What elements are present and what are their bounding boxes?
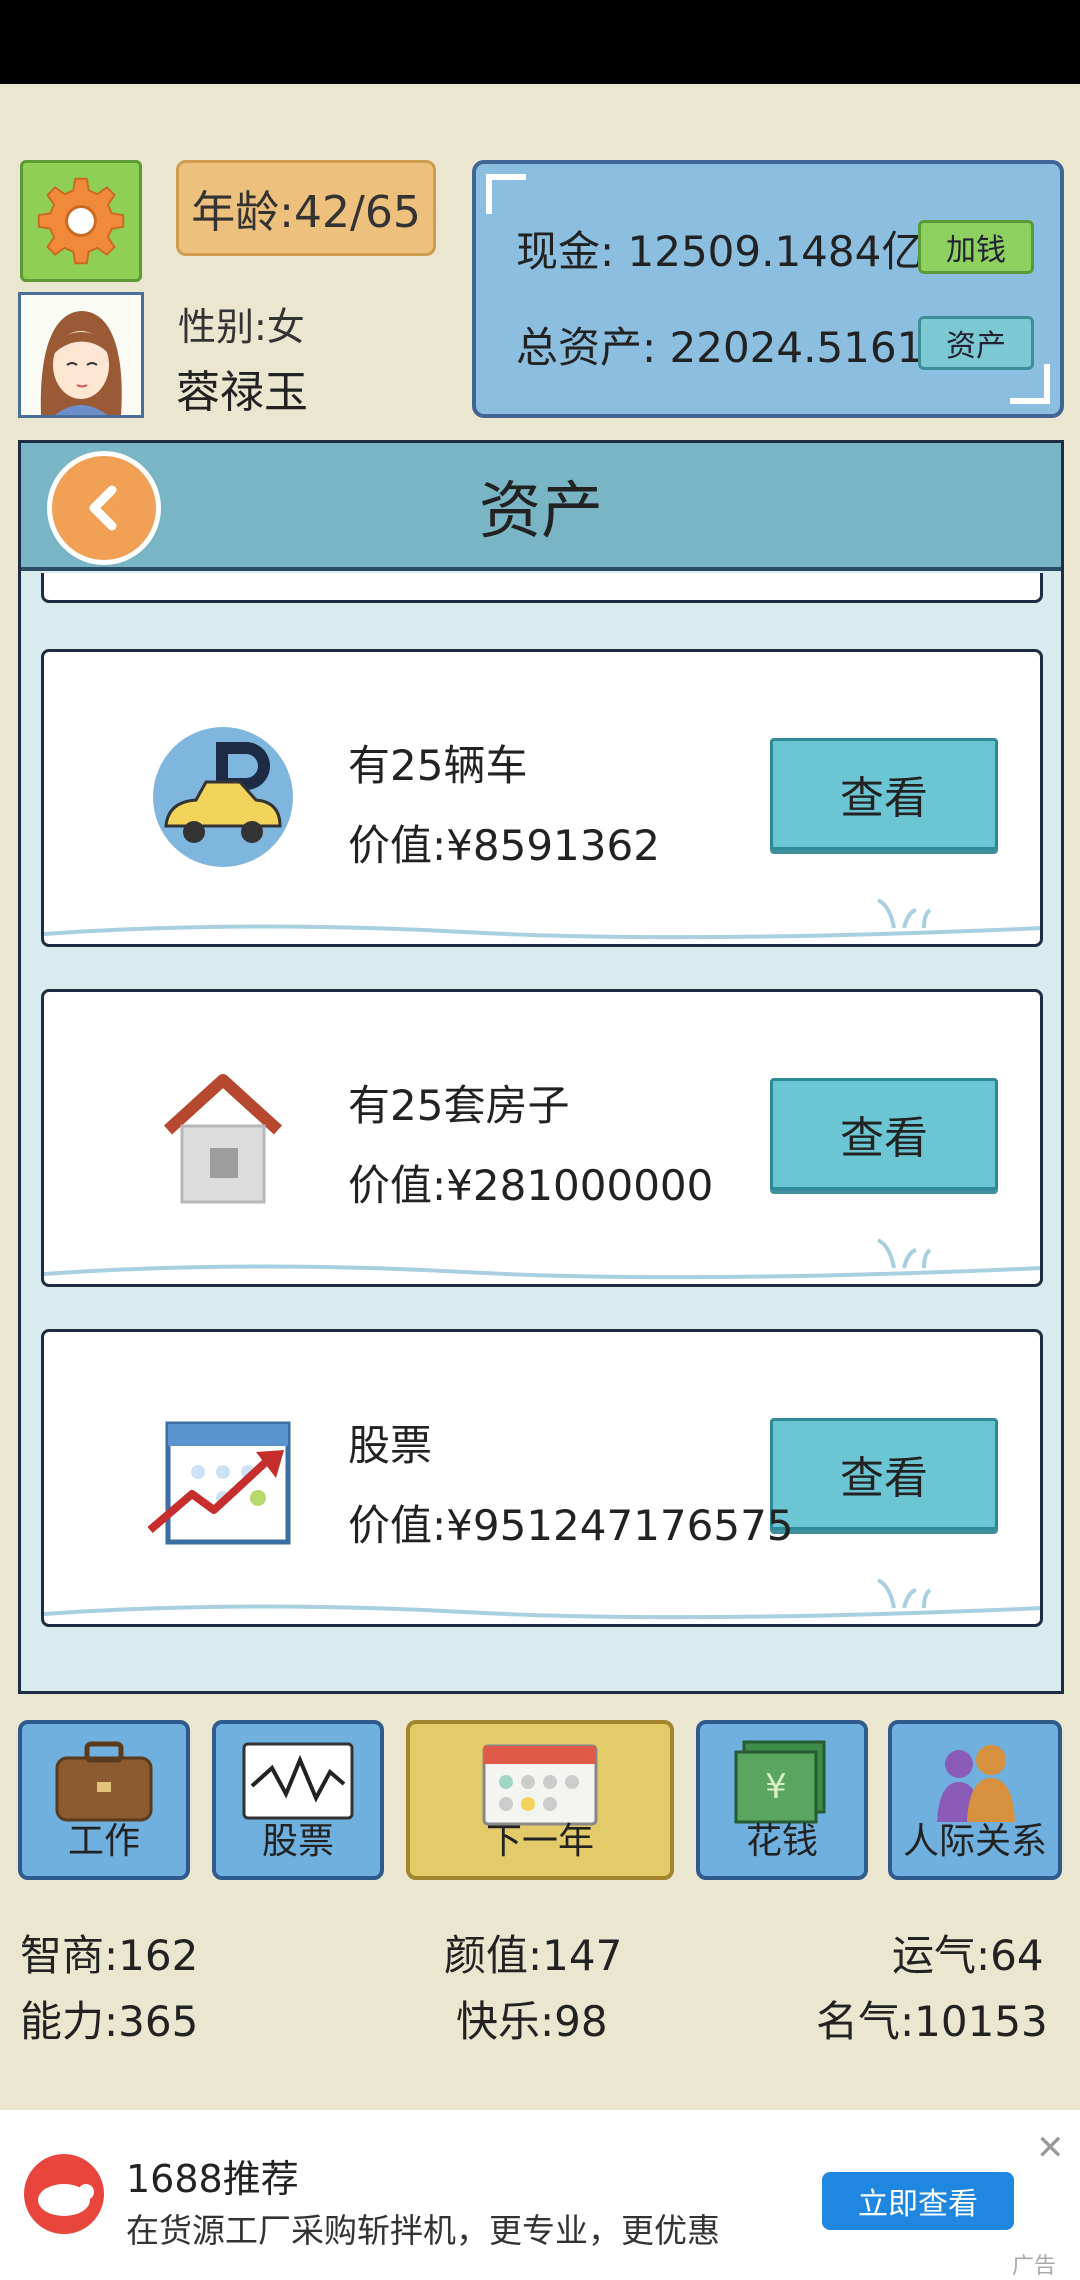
asset-value: 价值:¥281000000	[348, 1161, 714, 1210]
stat-iq: 智商:162	[20, 1931, 199, 1980]
asset-name: 有25套房子	[348, 1081, 570, 1130]
ad-tag: 广告	[1012, 2254, 1057, 2279]
panel-corner-decoration	[1010, 364, 1050, 404]
panel-corner-decoration	[486, 174, 526, 214]
close-icon[interactable]: ✕	[1036, 2128, 1065, 2168]
gear-icon	[37, 177, 125, 265]
svg-text:¥: ¥	[765, 1767, 787, 1807]
nav-label: 股票	[261, 1821, 334, 1862]
view-button[interactable]: 查看	[770, 1078, 998, 1190]
age-display: 年龄:42/65	[176, 160, 436, 256]
nav-spend-button[interactable]: ¥ 花钱	[696, 1720, 868, 1880]
nav-label: 人际关系	[902, 1821, 1047, 1862]
list-item-partial	[41, 573, 1043, 603]
stock-chart-icon	[148, 1421, 291, 1545]
asset-name: 有25辆车	[348, 741, 528, 790]
ad-title: 1688推荐	[126, 2157, 299, 2201]
settings-button[interactable]	[20, 160, 142, 282]
asset-value: 价值:¥8591362	[348, 821, 660, 870]
avatar[interactable]	[18, 292, 144, 418]
car-icon	[153, 727, 293, 867]
ad-logo-icon	[24, 2154, 104, 2234]
ad-banner[interactable]: 1688推荐 在货源工厂采购斩拌机，更专业，更优惠 立即查看 ✕ 广告	[0, 2110, 1080, 2280]
house-icon	[163, 1074, 283, 1204]
asset-card-stocks: 股票 查看 价值:¥951247176575	[41, 1329, 1043, 1627]
nav-relationships-button[interactable]: 人际关系	[888, 1720, 1062, 1880]
nav-label: 下一年	[485, 1821, 594, 1862]
stat-happiness: 快乐:98	[456, 1997, 608, 2046]
assets-dialog: 资产 有25辆车 价值:¥8591362 查看 有25套房子 价值:¥28100…	[18, 440, 1064, 1694]
back-button[interactable]	[47, 451, 161, 565]
nav-label: 花钱	[745, 1821, 818, 1862]
back-arrow-icon	[89, 485, 117, 531]
total-assets-amount: 总资产: 22024.5161	[516, 323, 924, 372]
stat-fame: 名气:10153	[816, 1997, 1048, 2046]
status-bar	[0, 0, 1080, 84]
asset-name: 股票	[348, 1421, 433, 1470]
stat-looks: 颜值:147	[444, 1931, 623, 1980]
money-panel: 现金: 12509.1484亿 总资产: 22024.5161 加钱 资产	[472, 160, 1064, 418]
add-money-button[interactable]: 加钱	[918, 220, 1034, 274]
stat-luck: 运气:64	[892, 1931, 1044, 1980]
grass-decoration	[44, 1578, 1040, 1620]
view-button[interactable]: 查看	[770, 738, 998, 850]
nav-label: 工作	[67, 1821, 140, 1862]
gender-label: 性别:女	[178, 305, 305, 349]
avatar-portrait-icon	[21, 295, 141, 415]
view-button[interactable]: 查看	[770, 1418, 998, 1530]
ad-description: 在货源工厂采购斩拌机，更专业，更优惠	[126, 2211, 720, 2250]
ad-view-button[interactable]: 立即查看	[822, 2172, 1014, 2230]
grass-decoration	[44, 898, 1040, 940]
nav-next-year-button[interactable]: 下一年	[406, 1720, 674, 1880]
grass-decoration	[44, 1238, 1040, 1280]
nav-stocks-button[interactable]: 股票	[212, 1720, 384, 1880]
dialog-title: 资产	[478, 474, 603, 547]
stat-ability: 能力:365	[20, 1997, 199, 2046]
assets-button[interactable]: 资产	[918, 316, 1034, 370]
asset-card-house: 有25套房子 价值:¥281000000 查看	[41, 989, 1043, 1287]
cash-amount: 现金: 12509.1484亿	[516, 227, 924, 276]
asset-card-car: 有25辆车 价值:¥8591362 查看	[41, 649, 1043, 947]
nav-work-button[interactable]: 工作	[18, 1720, 190, 1880]
player-name: 蓉禄玉	[176, 367, 308, 418]
asset-value: 价值:¥951247176575	[348, 1501, 794, 1550]
